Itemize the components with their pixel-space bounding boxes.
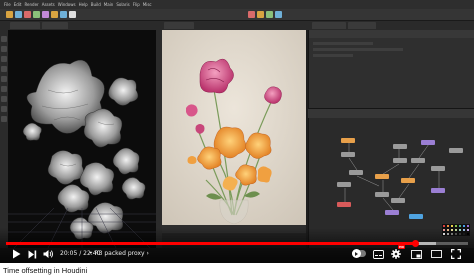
network-node[interactable]: [401, 178, 415, 183]
menu-item[interactable]: Windows: [58, 0, 76, 9]
menu-item[interactable]: File: [4, 0, 11, 9]
network-node[interactable]: [385, 210, 399, 215]
menu-item[interactable]: Main: [104, 0, 114, 9]
shelf-tool-icon[interactable]: [24, 11, 31, 18]
menu-item[interactable]: Flip: [133, 0, 140, 9]
next-icon: [28, 250, 36, 258]
network-node[interactable]: [349, 170, 363, 175]
menu-item[interactable]: Solaris: [116, 0, 129, 9]
colored-flowers-render: [162, 30, 306, 225]
autoplay-knob: [352, 249, 361, 258]
theater-icon: [430, 250, 442, 258]
shelf-tool-icon[interactable]: [60, 11, 67, 18]
pane-tab: [164, 22, 194, 29]
network-node[interactable]: [393, 158, 407, 163]
miniplayer-icon: [410, 249, 422, 259]
chevron-right-icon: ›: [146, 250, 149, 257]
pane-tab: [312, 22, 346, 29]
network-node[interactable]: [449, 148, 463, 153]
shelf-tool-icon[interactable]: [257, 11, 264, 18]
subtitles-button[interactable]: [372, 248, 384, 260]
network-node[interactable]: [337, 182, 351, 187]
viewport-toolbar-left: [0, 30, 8, 248]
parameter-pane: [308, 30, 474, 108]
played-bar: [6, 242, 416, 245]
network-node[interactable]: [341, 152, 355, 157]
network-node[interactable]: [431, 166, 445, 171]
network-node[interactable]: [337, 202, 351, 207]
menu-item[interactable]: Assets: [42, 0, 55, 9]
network-node[interactable]: [411, 158, 425, 163]
flower-render-view: [162, 30, 306, 225]
menu-item[interactable]: Render: [24, 0, 38, 9]
play-icon: [12, 249, 20, 259]
shelf-tool-icon[interactable]: [69, 11, 76, 18]
scene-viewport: [8, 30, 156, 248]
video-player[interactable]: File Edit Render Assets Windows Help Build Main…: [0, 0, 474, 263]
volume-icon: [43, 250, 53, 258]
shelf-tool-icon[interactable]: [42, 11, 49, 18]
scrubber-handle[interactable]: [411, 240, 419, 247]
shelf-tool-icon[interactable]: [6, 11, 13, 18]
hd-badge: HD: [397, 245, 405, 249]
shelf-tool-icon[interactable]: [248, 11, 255, 18]
network-node[interactable]: [409, 214, 423, 219]
network-toolbar: [308, 108, 474, 118]
network-node[interactable]: [341, 138, 355, 143]
houdini-menubar: File Edit Render Assets Windows Help Build Main…: [0, 0, 474, 9]
fullscreen-icon: [451, 249, 461, 259]
pane-tab: [10, 22, 40, 29]
settings-icon: [391, 249, 401, 259]
houdini-pane-tabs: [0, 21, 474, 30]
theater-mode-button[interactable]: [430, 248, 442, 260]
shelf-tool-icon[interactable]: [51, 11, 58, 18]
chapter-title[interactable]: • R3 packed proxy ›: [89, 249, 149, 259]
shelf-tool-icon[interactable]: [15, 11, 22, 18]
menu-item[interactable]: Edit: [14, 0, 22, 9]
shelf-tool-icon[interactable]: [275, 11, 282, 18]
houdini-shelf: [0, 9, 474, 21]
autoplay-toggle[interactable]: [352, 249, 366, 258]
next-button[interactable]: [26, 248, 38, 260]
network-node[interactable]: [391, 198, 405, 203]
shelf-tool-icon[interactable]: [33, 11, 40, 18]
menu-item[interactable]: Build: [91, 0, 101, 9]
chapter-separator: •: [89, 250, 93, 257]
fullscreen-button[interactable]: [450, 248, 462, 260]
chapter-label: R3 packed proxy: [94, 250, 145, 257]
volume-button[interactable]: [42, 248, 54, 260]
menu-item[interactable]: Misc: [143, 0, 152, 9]
pane-tab: [42, 22, 68, 29]
menu-item[interactable]: Help: [79, 0, 88, 9]
shelf-tool-icon[interactable]: [266, 11, 273, 18]
pane-tab: [348, 22, 376, 29]
network-node[interactable]: [375, 174, 389, 179]
subtitles-icon: [372, 249, 384, 259]
settings-button[interactable]: HD: [390, 245, 405, 260]
video-title: Time offsetting in Houdini: [3, 266, 88, 275]
play-button[interactable]: [10, 248, 22, 260]
network-node[interactable]: [393, 144, 407, 149]
miniplayer-button[interactable]: [410, 248, 422, 260]
network-node[interactable]: [375, 192, 389, 197]
network-node[interactable]: [431, 188, 445, 193]
network-node[interactable]: [421, 140, 435, 145]
